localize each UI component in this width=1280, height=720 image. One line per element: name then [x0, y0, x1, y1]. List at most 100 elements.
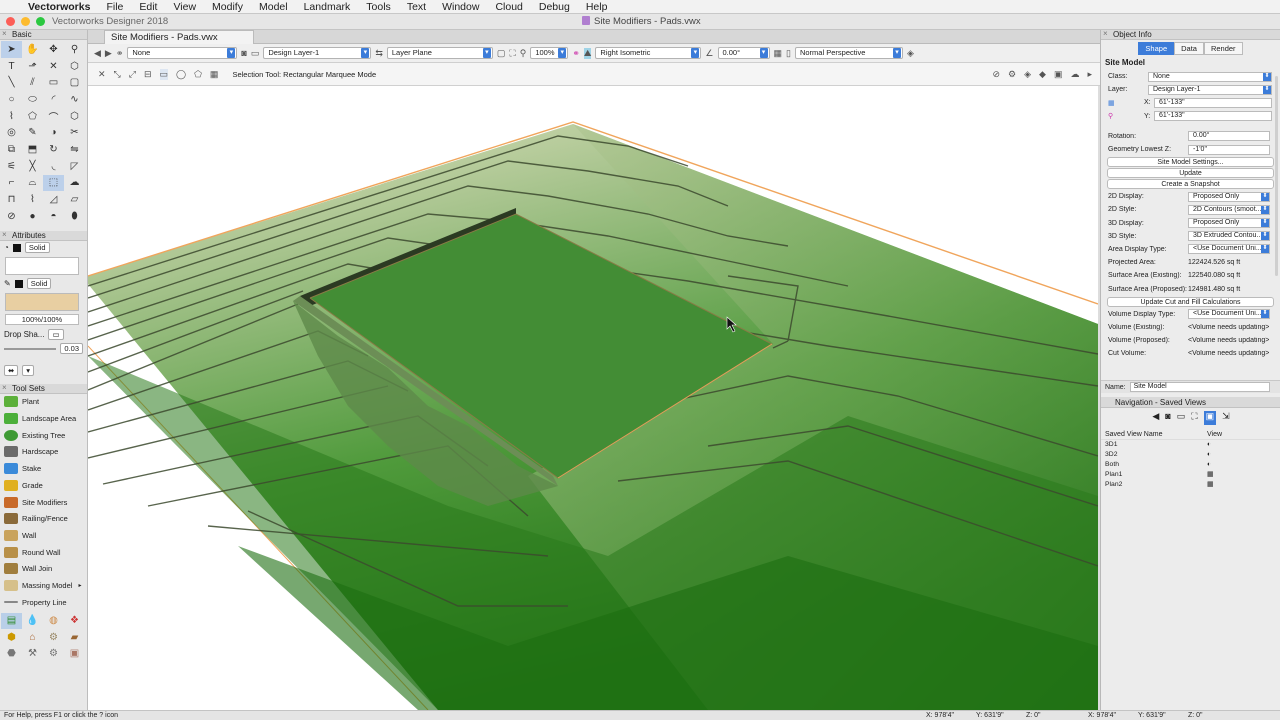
mirror-tool-icon[interactable]: ⇋ — [64, 141, 85, 158]
saved-view-row[interactable]: 3D1 ◐ — [1101, 440, 1280, 450]
cloud-render-icon[interactable]: ☁ — [1070, 69, 1079, 80]
machine-toolset-icon[interactable]: ⚒ — [22, 646, 43, 663]
x-field[interactable]: 61'-133" — [1154, 97, 1272, 108]
line-weight-slider[interactable] — [4, 347, 57, 350]
toolset-landscape-area[interactable]: Landscape Area — [0, 410, 87, 427]
slab-tool-icon[interactable]: ▱ — [64, 191, 85, 208]
opacity-button[interactable]: 100%/100% — [5, 313, 79, 325]
geometry-z-field[interactable]: -1'0" — [1188, 144, 1270, 155]
arc-tool-icon[interactable]: ◜ — [43, 91, 64, 108]
rendering-toolset-icon[interactable]: ◍ — [43, 613, 64, 630]
menu-file[interactable]: File — [98, 1, 131, 13]
zoom-select[interactable]: 100% — [530, 47, 569, 59]
drawing-canvas[interactable] — [88, 86, 1098, 710]
bend-tool-icon[interactable]: ⌓ — [22, 175, 43, 192]
toolset-wall[interactable]: Wall — [0, 527, 87, 544]
freehand-tool-icon[interactable]: ∿ — [64, 91, 85, 108]
dome-tool-icon[interactable]: ◓ — [43, 208, 64, 225]
wall-tool-icon[interactable]: ⊓ — [1, 191, 22, 208]
saved-view-row[interactable]: Plan2 ▦ — [1101, 480, 1280, 490]
toolset-existing-tree[interactable]: Existing Tree — [0, 427, 87, 444]
water-toolset-icon[interactable]: 💧 — [22, 613, 43, 630]
polygon-marquee-icon[interactable]: ⬠ — [194, 69, 202, 80]
menu-window[interactable]: Window — [434, 1, 487, 13]
reference-point-icon[interactable]: ▦ — [1108, 99, 1144, 107]
single-object-scaling-icon[interactable]: ⤡ — [114, 69, 121, 80]
2d-display-select[interactable]: Proposed Only — [1188, 191, 1270, 202]
regular-polygon-tool-icon[interactable]: ⬡ — [64, 108, 85, 125]
minimize-window-button[interactable] — [21, 17, 30, 26]
visualization-icon[interactable]: ◈ — [1024, 69, 1031, 80]
saved-view-row[interactable]: Both ◐ — [1101, 460, 1280, 470]
y-field[interactable]: 61'-133" — [1154, 111, 1272, 122]
active-class-select[interactable]: None — [127, 47, 238, 59]
fill-preview[interactable] — [5, 256, 79, 275]
layer-visibility-icon[interactable]: ▭ — [251, 48, 260, 59]
eyedropper-tool-icon[interactable]: ✎ — [22, 124, 43, 141]
dimension-toolset-icon[interactable]: ⬢ — [1, 629, 22, 646]
back-arrow-icon[interactable]: ◀ — [94, 48, 101, 59]
saved-view-row[interactable]: Plan1 ▦ — [1101, 470, 1280, 480]
more-options-icon[interactable]: ▸ — [1087, 69, 1092, 80]
rotate-tool-icon[interactable]: ↻ — [43, 141, 64, 158]
cloud-tool-icon[interactable]: ☁ — [64, 175, 85, 192]
snapping-icon[interactable]: ⊘ — [992, 69, 1000, 80]
nav-classes-icon[interactable]: ◀ — [1152, 411, 1159, 425]
symbol-tool-icon[interactable]: ⬮ — [64, 208, 85, 225]
volume-display-type-select[interactable]: <Use Document Uni... — [1188, 309, 1270, 320]
layer-select[interactable]: Design Layer-1 — [1148, 84, 1272, 95]
disable-interactive-scaling-icon[interactable]: ✕ — [98, 69, 106, 80]
area-display-type-select[interactable]: <Use Document Uni... — [1188, 244, 1270, 255]
fit-to-objects-icon[interactable]: ⛶ — [509, 48, 515, 59]
nav-viewports-icon[interactable]: ⛶ — [1191, 411, 1197, 425]
saved-view-row[interactable]: 3D2 ◐ — [1101, 450, 1280, 460]
menu-debug[interactable]: Debug — [531, 1, 578, 13]
menu-tools[interactable]: Tools — [358, 1, 399, 13]
connect-tool-icon[interactable]: ⌐ — [1, 175, 22, 192]
name-field[interactable]: Site Model — [1129, 382, 1270, 392]
menu-help[interactable]: Help — [578, 1, 616, 13]
zoom-tool-icon[interactable]: ⚲ — [64, 41, 85, 58]
oval-tool-icon[interactable]: ⬭ — [22, 91, 43, 108]
end-marker-select[interactable]: ▾ — [22, 365, 35, 377]
furniture-toolset-icon[interactable]: ⚙ — [43, 629, 64, 646]
tab-render[interactable]: Render — [1203, 42, 1243, 55]
text-tool-icon[interactable]: T — [1, 58, 22, 75]
attribute-mapping-tool-icon[interactable]: ◑ — [43, 124, 64, 141]
pen-color-swatch[interactable] — [14, 279, 23, 288]
menu-modify[interactable]: Modify — [204, 1, 251, 13]
locus-tool-icon[interactable]: ⬡ — [64, 58, 85, 75]
nav-saved-views-icon[interactable]: ▣ — [1203, 411, 1217, 425]
close-window-button[interactable] — [6, 17, 15, 26]
flyover-tool-icon[interactable]: ✥ — [43, 41, 64, 58]
no-tool-icon[interactable]: ⊘ — [1, 208, 22, 225]
line-weight-value[interactable]: 0.03 — [60, 343, 83, 355]
pan-tool-icon[interactable]: ✋ — [22, 41, 43, 58]
active-layer-select[interactable]: Design Layer-1 — [263, 47, 372, 59]
menu-edit[interactable]: Edit — [131, 1, 165, 13]
double-line-tool-icon[interactable]: ⫽ — [22, 74, 43, 91]
menu-cloud[interactable]: Cloud — [487, 1, 530, 13]
visualization-toolset-icon[interactable]: ❖ — [64, 613, 85, 630]
render-mode-icon[interactable]: ▦ — [774, 48, 783, 59]
menu-text[interactable]: Text — [399, 1, 434, 13]
page-icon[interactable]: ▢ — [497, 48, 506, 59]
update-cut-fill-button[interactable]: Update Cut and Fill Calculations — [1107, 296, 1274, 307]
line-tool-icon[interactable]: ╲ — [1, 74, 22, 91]
working-plane-icon[interactable]: ⇆ — [375, 48, 383, 59]
pad-tool-icon[interactable]: ⬚ — [43, 174, 64, 192]
plane-select[interactable]: Layer Plane — [386, 47, 493, 59]
update-button[interactable]: Update — [1107, 168, 1274, 179]
multiple-object-scaling-icon[interactable]: ⤢ — [129, 69, 136, 80]
projection-select[interactable]: Normal Perspective — [794, 47, 903, 59]
fill-style-select[interactable]: Solid — [24, 242, 50, 254]
reshape-tool-icon[interactable]: ✂ — [64, 124, 85, 141]
nav-sheets-icon[interactable]: ▭ — [1177, 411, 1186, 425]
selection-tool-icon[interactable]: ➤ — [1, 41, 22, 58]
chamfer-tool-icon[interactable]: ◸ — [64, 158, 85, 175]
start-marker-select[interactable]: ⬌ — [4, 365, 19, 377]
menu-vectorworks[interactable]: Vectorworks — [26, 1, 98, 13]
zoom-previous-icon[interactable]: ⚲ — [520, 48, 527, 59]
toolset-stake[interactable]: Stake — [0, 460, 87, 477]
stair-tool-icon[interactable]: ⌇ — [22, 191, 43, 208]
